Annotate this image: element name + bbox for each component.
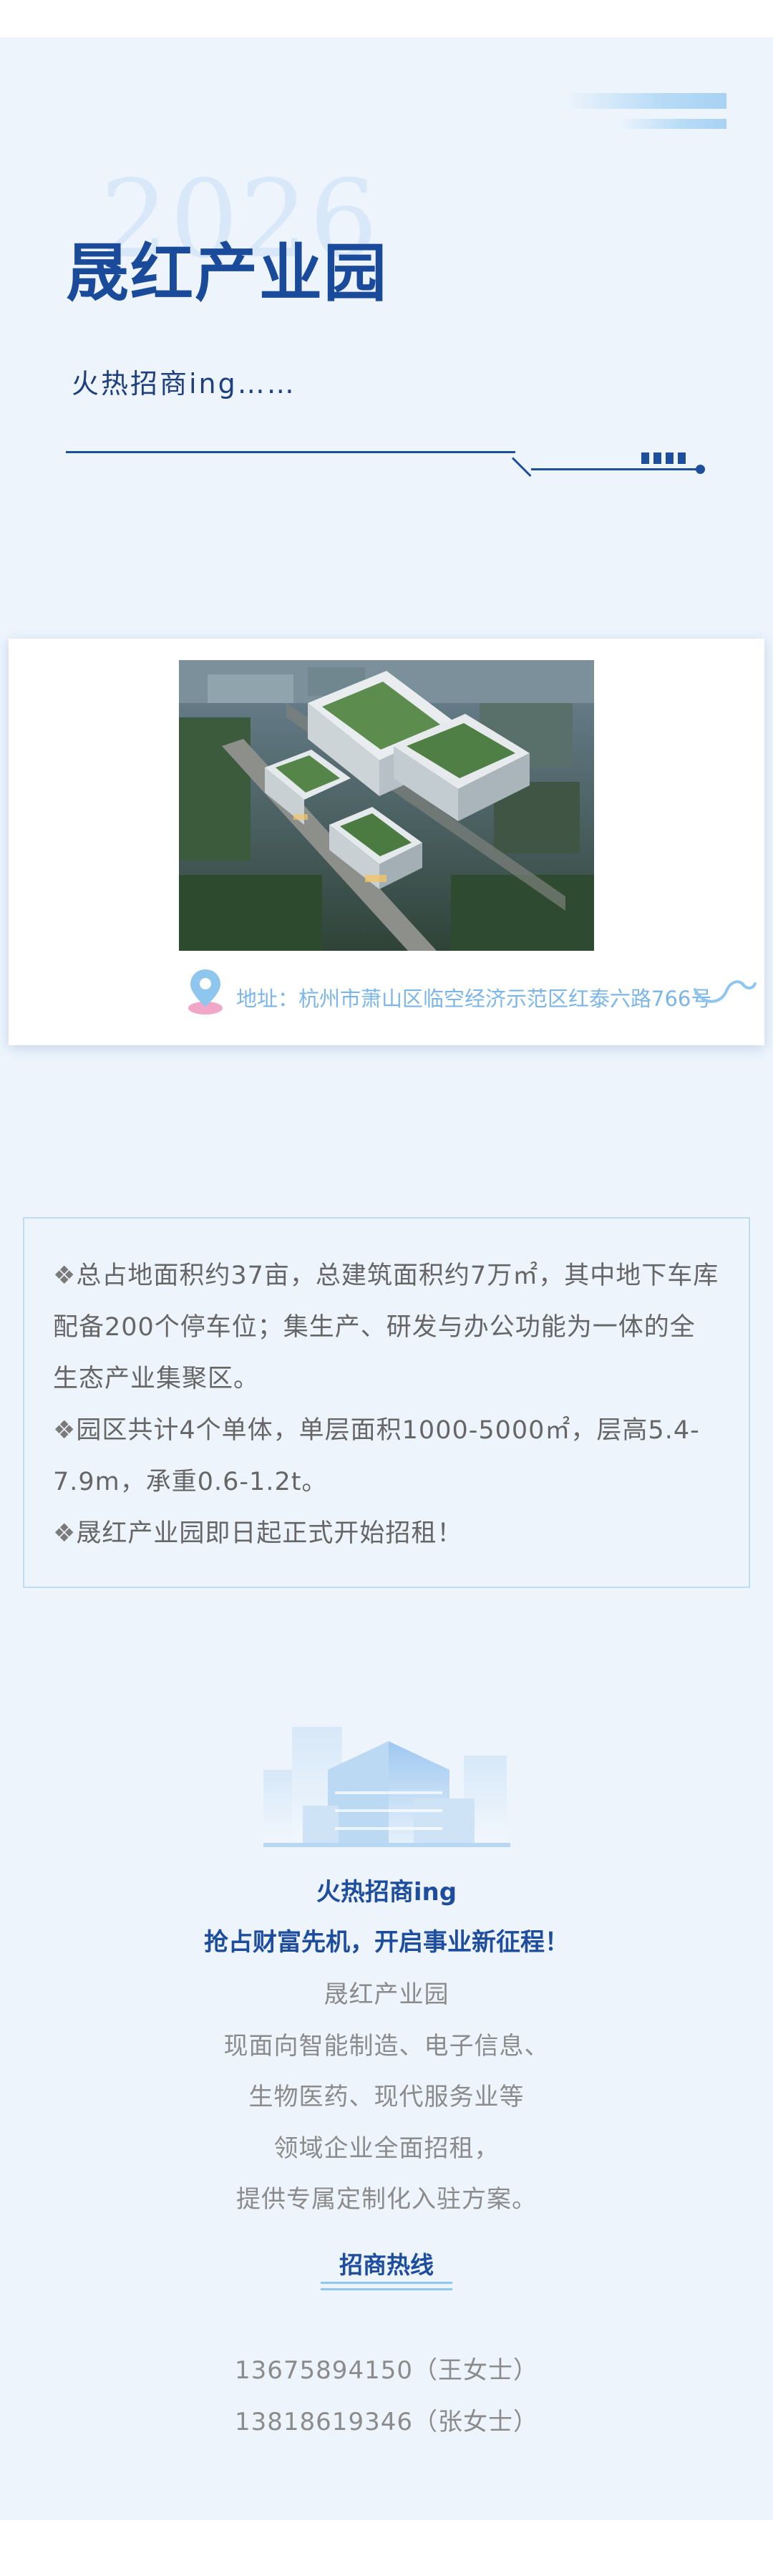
- hotline-underline: [321, 2282, 452, 2284]
- building-illustration-icon: [263, 1727, 510, 1847]
- decorative-stripes: [565, 93, 726, 133]
- diamond-bullet-icon: ❖: [53, 1416, 77, 1445]
- info-item: ❖总占地面积约37亩，总建筑面积约7万㎡，其中地下车库配备200个停车位；集生产…: [53, 1262, 719, 1393]
- promo-headline: 火热招商ing: [316, 1878, 457, 1907]
- info-item: ❖园区共计4个单体，单层面积1000-5000㎡，层高5.4-7.9m，承重0.…: [53, 1416, 700, 1496]
- title-divider: [66, 435, 710, 478]
- wave-decoration-icon: [694, 980, 757, 1003]
- park-aerial-image: [179, 660, 594, 951]
- diamond-bullet-icon: ❖: [53, 1262, 77, 1290]
- promo-desc-line: 领域企业全面招租，: [273, 2134, 500, 2163]
- page-background: 2026 晟红产业园 火热招商ing…… 地址：杭州市萧山区临空经济示范区红泰六…: [0, 0, 773, 2576]
- info-item: ❖晟红产业园即日起正式开始招租！: [53, 1519, 463, 1548]
- promo-slogan: 抢占财富先机，开启事业新征程！: [204, 1928, 569, 1957]
- location-pin-icon: [188, 969, 223, 1015]
- top-bar: [0, 0, 773, 37]
- promo-desc-line: 晟红产业园: [324, 1980, 449, 2009]
- promo-desc-line: 现面向智能制造、电子信息、: [223, 2032, 550, 2061]
- diamond-bullet-icon: ❖: [53, 1519, 77, 1548]
- promo-desc-line: 生物医药、现代服务业等: [248, 2083, 525, 2111]
- bottom-bar: [0, 2520, 773, 2576]
- address-text: 地址：杭州市萧山区临空经济示范区红泰六路766号: [236, 987, 712, 1011]
- park-info-box: ❖总占地面积约37亩，总建筑面积约7万㎡，其中地下车库配备200个停车位；集生产…: [23, 1217, 750, 1588]
- page-subtitle: 火热招商ing……: [72, 368, 296, 400]
- park-photo-card: 地址：杭州市萧山区临空经济示范区红泰六路766号: [9, 639, 764, 1045]
- phone-number[interactable]: 13675894150（王女士）: [0, 2350, 773, 2386]
- phone-number[interactable]: 13818619346（张女士）: [0, 2402, 773, 2437]
- hotline-underline: [321, 2288, 452, 2290]
- promo-desc-line: 提供专属定制化入驻方案。: [236, 2185, 537, 2214]
- page-title: 晟红产业园: [66, 236, 389, 310]
- hotline-label: 招商热线: [339, 2251, 434, 2279]
- address-row: 地址：杭州市萧山区临空经济示范区红泰六路766号: [188, 968, 760, 1018]
